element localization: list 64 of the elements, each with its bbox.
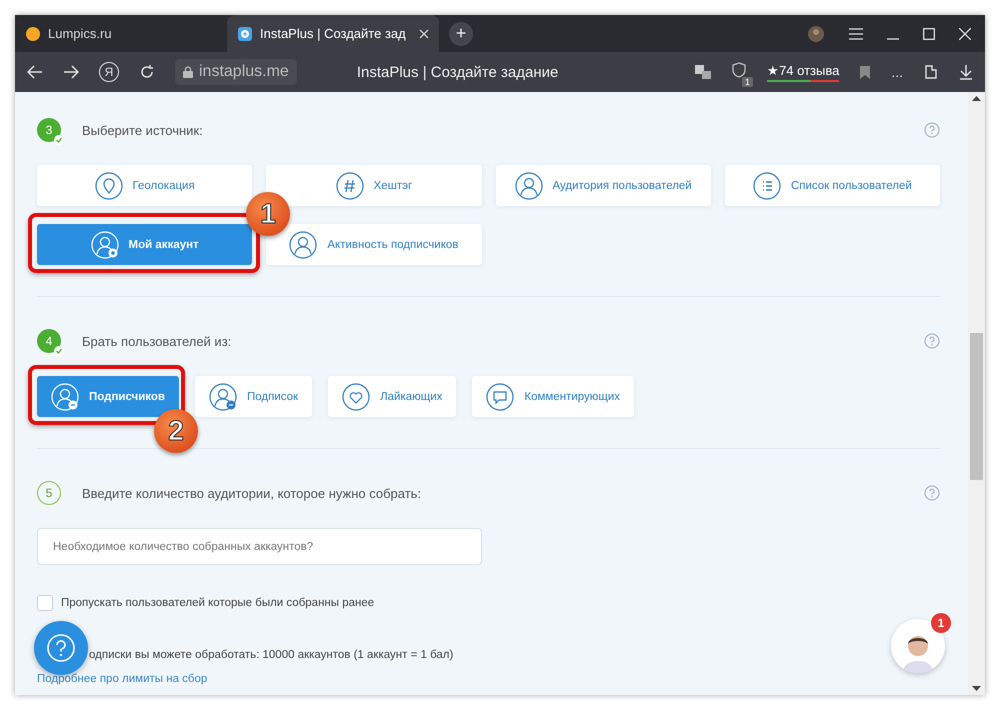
section-title: Брать пользователей из: <box>82 334 232 348</box>
option-button[interactable]: Лайкающих <box>328 376 456 417</box>
lock-icon <box>183 66 193 78</box>
user-icon <box>209 382 237 410</box>
section-title: Введите количество аудитории, которое нужно собрать: <box>82 486 422 500</box>
menu-icon[interactable] <box>849 28 863 40</box>
check-icon <box>54 135 64 145</box>
option-button[interactable]: Мой аккаунт <box>37 224 252 265</box>
close-icon[interactable] <box>419 28 429 38</box>
browser-tab[interactable]: InstaPlus | Создайте зад <box>227 15 439 52</box>
option-button[interactable]: Комментирующих <box>472 376 634 417</box>
option-button[interactable]: Геолокация <box>37 165 252 206</box>
new-tab-button[interactable]: + <box>449 22 473 46</box>
limits-link[interactable]: Подробнее про лимиты на сбор <box>37 673 208 685</box>
shield-icon[interactable] <box>731 62 748 78</box>
help-icon <box>46 633 76 663</box>
user-icon <box>289 230 318 258</box>
step-number: 5 <box>37 481 61 505</box>
reload-icon[interactable] <box>139 64 155 80</box>
user-icon <box>514 172 542 200</box>
option-button[interactable]: Аудитория пользователей <box>496 165 711 206</box>
bookmark-icon[interactable] <box>859 64 872 80</box>
option-button[interactable]: Активность подписчиков <box>266 224 482 265</box>
checkbox[interactable] <box>37 595 53 611</box>
location-pin-icon <box>94 172 123 200</box>
section-title: Выберите источник: <box>82 122 204 138</box>
option-button[interactable]: Подписчиков <box>37 376 179 417</box>
step-marker: 2 <box>154 409 198 453</box>
more-button[interactable]: ... <box>891 64 903 80</box>
option-button[interactable]: Список пользователей <box>724 165 940 206</box>
limit-text: одписки вы можете обработать: 10000 аккаунтов (1 аккаунт = 1 бал) <box>89 649 454 661</box>
scroll-down-icon[interactable] <box>972 686 981 691</box>
check-icon <box>54 346 64 356</box>
step-number: 4 <box>37 329 61 353</box>
url-text: instaplus.me <box>199 63 289 81</box>
scrollbar-thumb[interactable] <box>970 333 983 480</box>
notification-badge: 1 <box>931 613 951 633</box>
yandex-button[interactable]: Я <box>99 62 119 82</box>
user-icon <box>51 382 79 410</box>
step-number: 3 <box>37 118 61 142</box>
hashtag-icon <box>336 172 364 200</box>
count-badge: 1 <box>742 76 754 86</box>
download-icon[interactable] <box>959 64 973 80</box>
speech-bubble-icon <box>486 382 514 410</box>
maximize-icon[interactable] <box>923 28 935 40</box>
page-title: InstaPlus | Создайте задание <box>356 64 558 80</box>
browser-tab[interactable]: Lumpics.ru <box>15 15 227 52</box>
scroll-up-icon[interactable] <box>972 96 981 101</box>
favicon-icon <box>237 26 253 42</box>
profile-icon[interactable] <box>807 24 825 42</box>
close-icon[interactable] <box>959 28 971 40</box>
favicon-icon <box>25 26 41 42</box>
forward-icon[interactable] <box>63 65 79 79</box>
checkbox-label: Пропускать пользователей которые были собранны ранее <box>61 597 374 609</box>
user-icon <box>90 230 119 258</box>
chat-button[interactable] <box>891 619 945 673</box>
help-button[interactable] <box>34 621 88 675</box>
back-icon[interactable] <box>27 65 43 79</box>
extensions-icon[interactable] <box>923 64 939 80</box>
reviews-link[interactable]: ★74 отзыва <box>767 62 840 82</box>
input-field[interactable]: Необходимое количество собранных аккаунтов? <box>37 528 482 565</box>
list-icon <box>752 172 781 200</box>
address-bar[interactable]: instaplus.me <box>175 59 297 85</box>
option-button[interactable]: Подписок <box>195 376 312 417</box>
